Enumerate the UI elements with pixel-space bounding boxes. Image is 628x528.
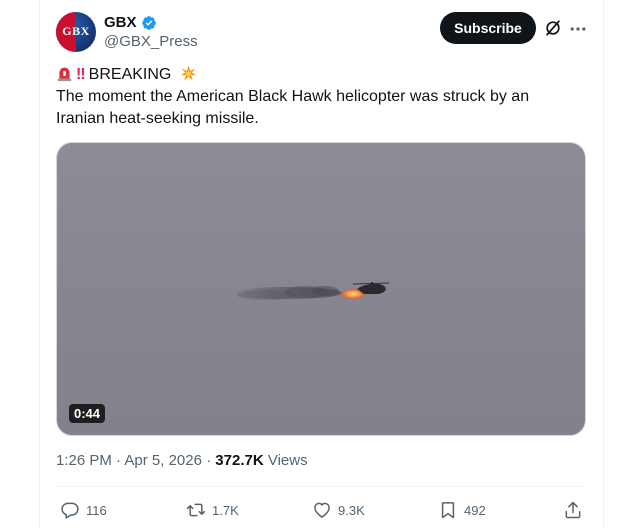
avatar-logo-text: GBX — [62, 24, 90, 38]
reply-count: 116 — [86, 502, 107, 518]
share-button[interactable] — [563, 500, 583, 520]
timeline-border-left — [39, 0, 40, 528]
bookmark-icon — [441, 502, 455, 519]
views-count: 372.7K — [215, 452, 264, 469]
video-frame — [232, 282, 390, 300]
timeline-border-right — [603, 0, 604, 528]
author-handle[interactable]: @GBX_Press — [104, 33, 198, 50]
share-icon — [565, 501, 581, 519]
author-name-text: GBX — [104, 14, 137, 31]
tweet-meta: 1:26 PM · Apr 5, 2026 · 372.7K Views — [56, 452, 308, 469]
like-icon — [314, 502, 330, 518]
bookmark-count: 492 — [464, 502, 486, 518]
tweet-body-line-2: Iranian heat-seeking missile. — [56, 110, 259, 127]
bookmark-button[interactable]: 492 — [438, 500, 486, 520]
more-icon[interactable] — [568, 19, 588, 39]
video-player[interactable]: 0:44 — [56, 142, 586, 436]
reply-button[interactable]: 116 — [60, 500, 107, 520]
author-display-name[interactable]: GBX — [104, 14, 157, 31]
subscribe-button[interactable]: Subscribe — [440, 12, 536, 44]
smoke-trail — [232, 286, 342, 300]
grok-icon[interactable] — [543, 18, 563, 38]
reply-icon — [61, 502, 79, 519]
meta-separator-2: · — [206, 452, 212, 469]
verified-badge-icon — [141, 15, 156, 30]
rotating-light-icon — [57, 67, 72, 82]
tweet-headline: BREAKING — [88, 66, 172, 83]
tweet-body-line-1: The moment the American Black Hawk helic… — [56, 88, 530, 105]
tweet-date[interactable]: Apr 5, 2026 — [124, 452, 202, 469]
meta-separator: · — [116, 452, 122, 469]
tweet-headline-line: ‼ BREAKING — [56, 64, 586, 86]
double-exclamation-mark: ‼ — [76, 66, 86, 83]
video-duration-badge: 0:44 — [69, 404, 106, 423]
repost-icon — [186, 503, 206, 517]
action-bar-divider — [56, 486, 586, 487]
like-count: 9.3K — [338, 502, 365, 518]
collision-icon — [180, 65, 196, 81]
like-button[interactable]: 9.3K — [312, 500, 365, 520]
tweet-text: ‼ BREAKING The moment the American Black … — [56, 64, 586, 130]
repost-count: 1.7K — [212, 502, 239, 518]
repost-button[interactable]: 1.7K — [186, 500, 239, 520]
tweet-time[interactable]: 1:26 PM — [56, 452, 112, 469]
views-label: Views — [267, 452, 308, 469]
avatar[interactable]: GBX — [56, 12, 96, 52]
